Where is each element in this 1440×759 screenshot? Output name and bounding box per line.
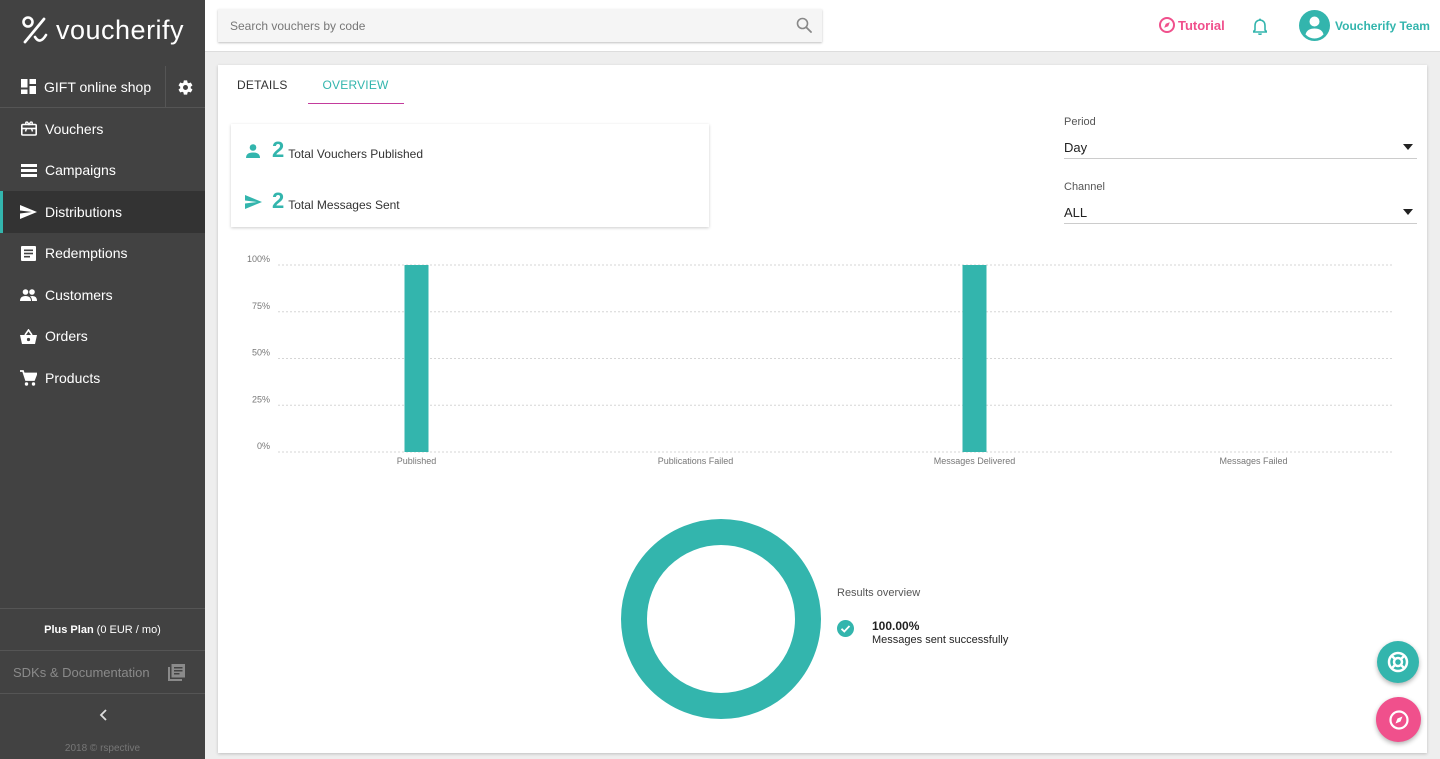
- results-legend: Results overview 100.00% Messages sent s…: [837, 587, 1008, 646]
- stat-messages-sent: 2 Total Messages Sent: [244, 190, 400, 212]
- tabs: DETAILS OVERVIEW: [218, 65, 404, 104]
- distribution-bar-chart: 100% 75% 50% 25% 0% Published Publications Fai…: [247, 254, 1394, 466]
- basket-icon: [20, 328, 37, 345]
- results-donut-chart: [621, 519, 821, 719]
- legend-item: 100.00% Messages sent successfully: [837, 619, 1008, 646]
- brand-name: voucherify: [56, 14, 185, 45]
- user-name: Voucherify Team: [1335, 18, 1430, 33]
- collapse-sidebar-button[interactable]: [0, 694, 205, 736]
- stats-summary: 2 Total Vouchers Published 2 Total Messa…: [231, 124, 709, 227]
- legend-title: Results overview: [837, 587, 921, 599]
- plan-info: Plus Plan (0 EUR / mo): [0, 608, 205, 651]
- plan-price: (0 EUR / mo): [96, 623, 161, 636]
- channel-label: Channel: [1064, 181, 1105, 193]
- tutorial-label: Tutorial: [1178, 17, 1225, 33]
- shop-name: GIFT online shop: [44, 78, 152, 95]
- sidebar-item-vouchers[interactable]: Vouchers: [0, 108, 205, 150]
- channel-filter: Channel ALL: [1064, 181, 1417, 224]
- stat-value: 2: [272, 137, 285, 162]
- help-button[interactable]: [1377, 641, 1419, 683]
- tutorial-fab-button[interactable]: [1376, 697, 1421, 742]
- logo[interactable]: voucherify: [22, 14, 184, 46]
- search-icon[interactable]: [796, 17, 812, 38]
- stat-label: Total Vouchers Published: [288, 147, 424, 161]
- shop-selector[interactable]: GIFT online shop: [0, 66, 205, 108]
- sidebar-item-campaigns[interactable]: Campaigns: [0, 150, 205, 192]
- chevron-left-icon: [99, 709, 107, 721]
- tutorial-link[interactable]: Tutorial: [1159, 17, 1225, 33]
- dropdown-arrow-icon: [1403, 144, 1413, 150]
- compass-icon: [1159, 17, 1175, 33]
- top-header: Tutorial Voucherify Team: [205, 0, 1440, 52]
- stat-label: Total Messages Sent: [288, 198, 400, 212]
- voucherify-logo-icon: [22, 16, 48, 44]
- bar: [404, 265, 429, 452]
- search-input[interactable]: [218, 18, 778, 33]
- x-tick-label: Messages Failed: [1219, 456, 1287, 466]
- gift-card-icon: [20, 120, 37, 137]
- search-bar: [218, 9, 822, 42]
- sidebar-item-products[interactable]: Products: [0, 357, 205, 399]
- x-tick-label: Messages Delivered: [934, 456, 1016, 466]
- avatar: [1299, 10, 1330, 41]
- check-circle-icon: [837, 620, 854, 642]
- tab-details[interactable]: DETAILS: [218, 65, 307, 104]
- send-icon: [20, 203, 37, 220]
- notifications-button[interactable]: [1252, 18, 1268, 40]
- channel-value: ALL: [1064, 205, 1088, 220]
- channel-select[interactable]: ALL: [1064, 200, 1417, 224]
- send-icon: [244, 195, 262, 209]
- bar: [962, 265, 987, 452]
- period-label: Period: [1064, 116, 1096, 128]
- sidebar-item-label: Customers: [45, 286, 113, 303]
- distribution-overview-card: DETAILS OVERVIEW 2 Total Vouchers Publis…: [218, 65, 1427, 753]
- copyright: 2018 © rspective: [64, 743, 141, 754]
- user-menu[interactable]: Voucherify Team: [1299, 10, 1430, 41]
- sidebar-item-label: Orders: [45, 328, 88, 345]
- stat-vouchers-published: 2 Total Vouchers Published: [244, 139, 423, 161]
- sdk-label: SDKs & Documentation: [13, 664, 150, 680]
- compass-icon: [1388, 709, 1409, 730]
- sidebar: voucherify GIFT online shop Vouchers Cam…: [0, 0, 205, 759]
- sidebar-item-label: Products: [45, 369, 101, 386]
- shop-settings-button[interactable]: [165, 66, 205, 108]
- lifebuoy-icon: [1387, 651, 1409, 673]
- x-tick-label: Published: [397, 456, 437, 466]
- receipt-icon: [20, 245, 37, 262]
- stat-value: 2: [272, 188, 285, 213]
- x-tick-label: Publications Failed: [658, 456, 734, 466]
- sidebar-nav: Vouchers Campaigns Distributions Redempt…: [0, 108, 205, 399]
- sidebar-item-label: Redemptions: [45, 245, 128, 262]
- sidebar-item-orders[interactable]: Orders: [0, 316, 205, 358]
- library-books-icon: [168, 664, 185, 684]
- list-icon: [20, 162, 37, 179]
- sidebar-item-label: Vouchers: [45, 120, 104, 137]
- bell-icon: [1252, 18, 1268, 36]
- legend-description: Messages sent successfully: [872, 634, 1009, 646]
- y-tick-label: 50%: [252, 348, 270, 358]
- donut-slice: [621, 519, 821, 719]
- y-tick-label: 0%: [257, 441, 270, 451]
- cart-icon: [20, 369, 37, 386]
- period-value: Day: [1064, 140, 1088, 155]
- period-select[interactable]: Day: [1064, 135, 1417, 159]
- plan-name: Plus Plan: [44, 623, 94, 636]
- person-icon: [244, 144, 262, 158]
- legend-percentage: 100.00%: [872, 619, 920, 633]
- y-tick-label: 75%: [252, 301, 270, 311]
- tab-overview[interactable]: OVERVIEW: [307, 65, 404, 104]
- dropdown-arrow-icon: [1403, 209, 1413, 215]
- dashboard-icon: [21, 79, 36, 94]
- y-tick-label: 25%: [252, 394, 270, 404]
- gear-icon: [178, 79, 193, 95]
- people-icon: [20, 286, 37, 303]
- sdk-documentation-link[interactable]: SDKs & Documentation: [0, 651, 205, 694]
- sidebar-item-label: Campaigns: [45, 162, 116, 179]
- sidebar-item-distributions[interactable]: Distributions: [0, 191, 205, 233]
- y-tick-label: 100%: [247, 254, 270, 264]
- sidebar-item-label: Distributions: [45, 203, 123, 220]
- sidebar-item-customers[interactable]: Customers: [0, 274, 205, 316]
- sidebar-item-redemptions[interactable]: Redemptions: [0, 233, 205, 275]
- period-filter: Period Day: [1064, 116, 1417, 159]
